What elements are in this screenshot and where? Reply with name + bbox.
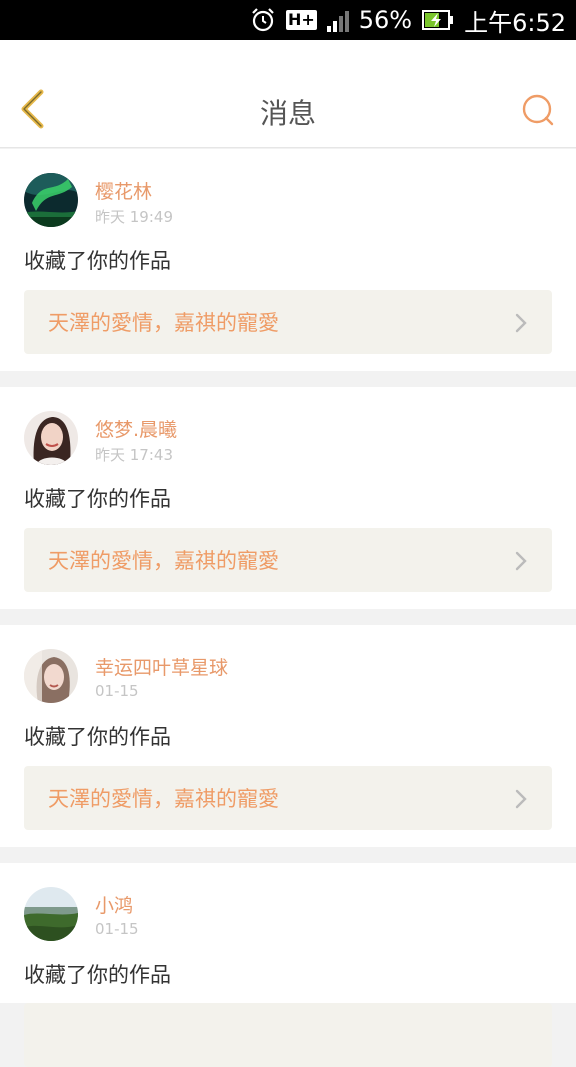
battery-charging-icon [422, 9, 454, 31]
battery-percent: 56% [358, 6, 413, 34]
timestamp: 01-15 [95, 920, 139, 938]
clock: 上午6:52 [464, 8, 566, 37]
search-button[interactable] [520, 94, 556, 130]
page-title: 消息 [259, 97, 316, 130]
work-link[interactable]: 天澤的愛情，嘉祺的寵愛 [24, 766, 552, 830]
message-card: 幸运四叶草星球 01-15 收藏了你的作品 天澤的愛情，嘉祺的寵愛 [0, 625, 576, 847]
work-link[interactable] [24, 1003, 552, 1067]
message-card: 小鸿 01-15 收藏了你的作品 [0, 863, 576, 1067]
top-navigation-bar: 消息 [0, 40, 576, 148]
timestamp: 01-15 [95, 682, 139, 700]
message-list: 樱花林 昨天 19:49 收藏了你的作品 天澤的愛情，嘉祺的寵愛 悠梦.晨曦 昨… [0, 149, 576, 1067]
avatar[interactable] [24, 649, 78, 703]
work-title: 天澤的愛情，嘉祺的寵愛 [48, 787, 279, 811]
network-type: H+ [285, 10, 317, 30]
alarm-icon [250, 7, 276, 33]
action-text: 收藏了你的作品 [24, 249, 171, 273]
message-card: 樱花林 昨天 19:49 收藏了你的作品 天澤的愛情，嘉祺的寵愛 [0, 149, 576, 371]
username[interactable]: 幸运四叶草星球 [95, 653, 228, 680]
avatar[interactable] [24, 411, 78, 465]
signal-icon [326, 8, 349, 32]
work-title: 天澤的愛情，嘉祺的寵愛 [48, 311, 279, 335]
work-title: 天澤的愛情，嘉祺的寵愛 [48, 549, 279, 573]
avatar[interactable] [24, 173, 78, 227]
search-icon [521, 93, 555, 131]
timestamp: 昨天 17:43 [95, 446, 173, 464]
chevron-right-icon [514, 312, 528, 338]
action-text: 收藏了你的作品 [24, 963, 171, 987]
work-link[interactable]: 天澤的愛情，嘉祺的寵愛 [24, 528, 552, 592]
action-text: 收藏了你的作品 [24, 487, 171, 511]
username[interactable]: 悠梦.晨曦 [95, 415, 177, 442]
chevron-right-icon [514, 550, 528, 576]
username[interactable]: 樱花林 [95, 177, 152, 204]
username[interactable]: 小鸿 [95, 891, 133, 918]
chevron-right-icon [514, 788, 528, 814]
action-text: 收藏了你的作品 [24, 725, 171, 749]
message-card: 悠梦.晨曦 昨天 17:43 收藏了你的作品 天澤的愛情，嘉祺的寵愛 [0, 387, 576, 609]
avatar[interactable] [24, 887, 78, 941]
timestamp: 昨天 19:49 [95, 208, 173, 226]
work-link[interactable]: 天澤的愛情，嘉祺的寵愛 [24, 290, 552, 354]
status-bar: H+ 56% 上午6:52 [0, 0, 576, 40]
